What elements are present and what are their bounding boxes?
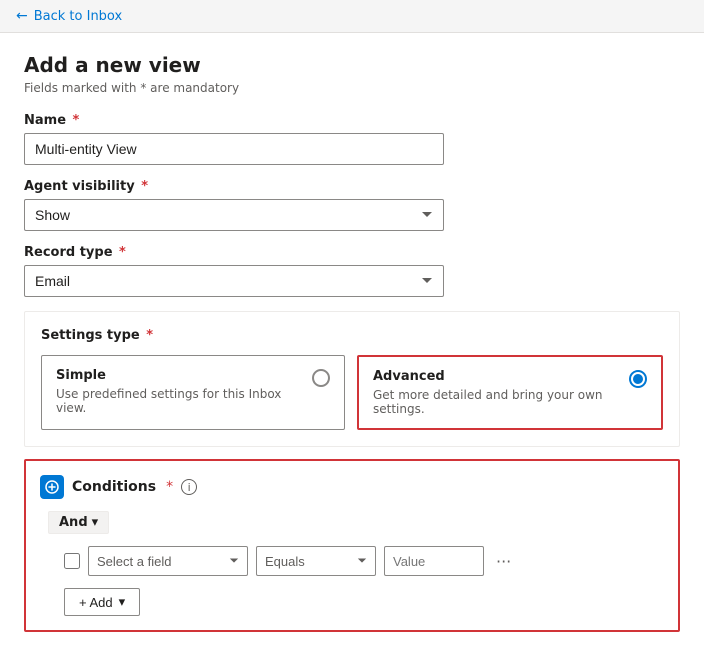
agent-visibility-group: Agent visibility * Show (24, 179, 680, 231)
advanced-radio[interactable] (629, 370, 647, 388)
condition-row: Select a field Equals ··· (48, 546, 664, 576)
settings-type-label: Settings type * (41, 328, 663, 343)
agent-visibility-select[interactable]: Show (24, 199, 444, 231)
advanced-option-desc: Get more detailed and bring your own set… (373, 388, 619, 416)
agent-visibility-required: * (137, 179, 148, 194)
advanced-radio-inner (633, 374, 643, 384)
simple-option-desc: Use predefined settings for this Inbox v… (56, 387, 302, 415)
conditions-section: Conditions * i And ▾ Select a field Equa… (24, 459, 680, 632)
back-arrow-icon: ← (16, 8, 28, 24)
record-type-select[interactable]: Email (24, 265, 444, 297)
add-chevron-icon: ▾ (119, 594, 126, 610)
simple-option[interactable]: Simple Use predefined settings for this … (41, 355, 345, 430)
name-required: * (68, 113, 79, 128)
advanced-option-text: Advanced Get more detailed and bring you… (373, 369, 619, 416)
simple-radio[interactable] (312, 369, 330, 387)
name-label: Name * (24, 113, 680, 128)
conditions-title: Conditions (72, 479, 156, 495)
advanced-option-title: Advanced (373, 369, 619, 384)
agent-visibility-label: Agent visibility * (24, 179, 680, 194)
simple-option-text: Simple Use predefined settings for this … (56, 368, 302, 415)
value-input[interactable] (384, 546, 484, 576)
record-type-required: * (115, 245, 126, 260)
conditions-icon (40, 475, 64, 499)
main-content: Add a new view Fields marked with * are … (0, 33, 704, 652)
top-bar: ← Back to Inbox (0, 0, 704, 33)
and-chevron-icon: ▾ (92, 515, 99, 530)
and-badge[interactable]: And ▾ (48, 511, 109, 534)
advanced-option[interactable]: Advanced Get more detailed and bring you… (357, 355, 663, 430)
add-label: + Add (79, 595, 113, 610)
conditions-header: Conditions * i (40, 475, 664, 499)
equals-select[interactable]: Equals (256, 546, 376, 576)
page: ← Back to Inbox Add a new view Fields ma… (0, 0, 704, 652)
more-options-button[interactable]: ··· (492, 550, 515, 573)
back-link[interactable]: ← Back to Inbox (16, 8, 688, 24)
settings-options: Simple Use predefined settings for this … (41, 355, 663, 430)
back-link-label: Back to Inbox (34, 9, 122, 24)
record-type-group: Record type * Email (24, 245, 680, 297)
record-type-label: Record type * (24, 245, 680, 260)
info-icon[interactable]: i (181, 479, 197, 495)
simple-option-title: Simple (56, 368, 302, 383)
settings-type-required: * (142, 328, 153, 343)
and-label: And (59, 515, 88, 530)
mandatory-note: Fields marked with * are mandatory (24, 81, 680, 95)
condition-checkbox[interactable] (64, 553, 80, 569)
conditions-body: And ▾ Select a field Equals ··· + Add (40, 511, 664, 616)
add-button[interactable]: + Add ▾ (64, 588, 140, 616)
name-group: Name * (24, 113, 680, 165)
name-input[interactable] (24, 133, 444, 165)
conditions-required: * (166, 479, 173, 495)
field-select[interactable]: Select a field (88, 546, 248, 576)
settings-section: Settings type * Simple Use predefined se… (24, 311, 680, 447)
page-title: Add a new view (24, 53, 680, 77)
